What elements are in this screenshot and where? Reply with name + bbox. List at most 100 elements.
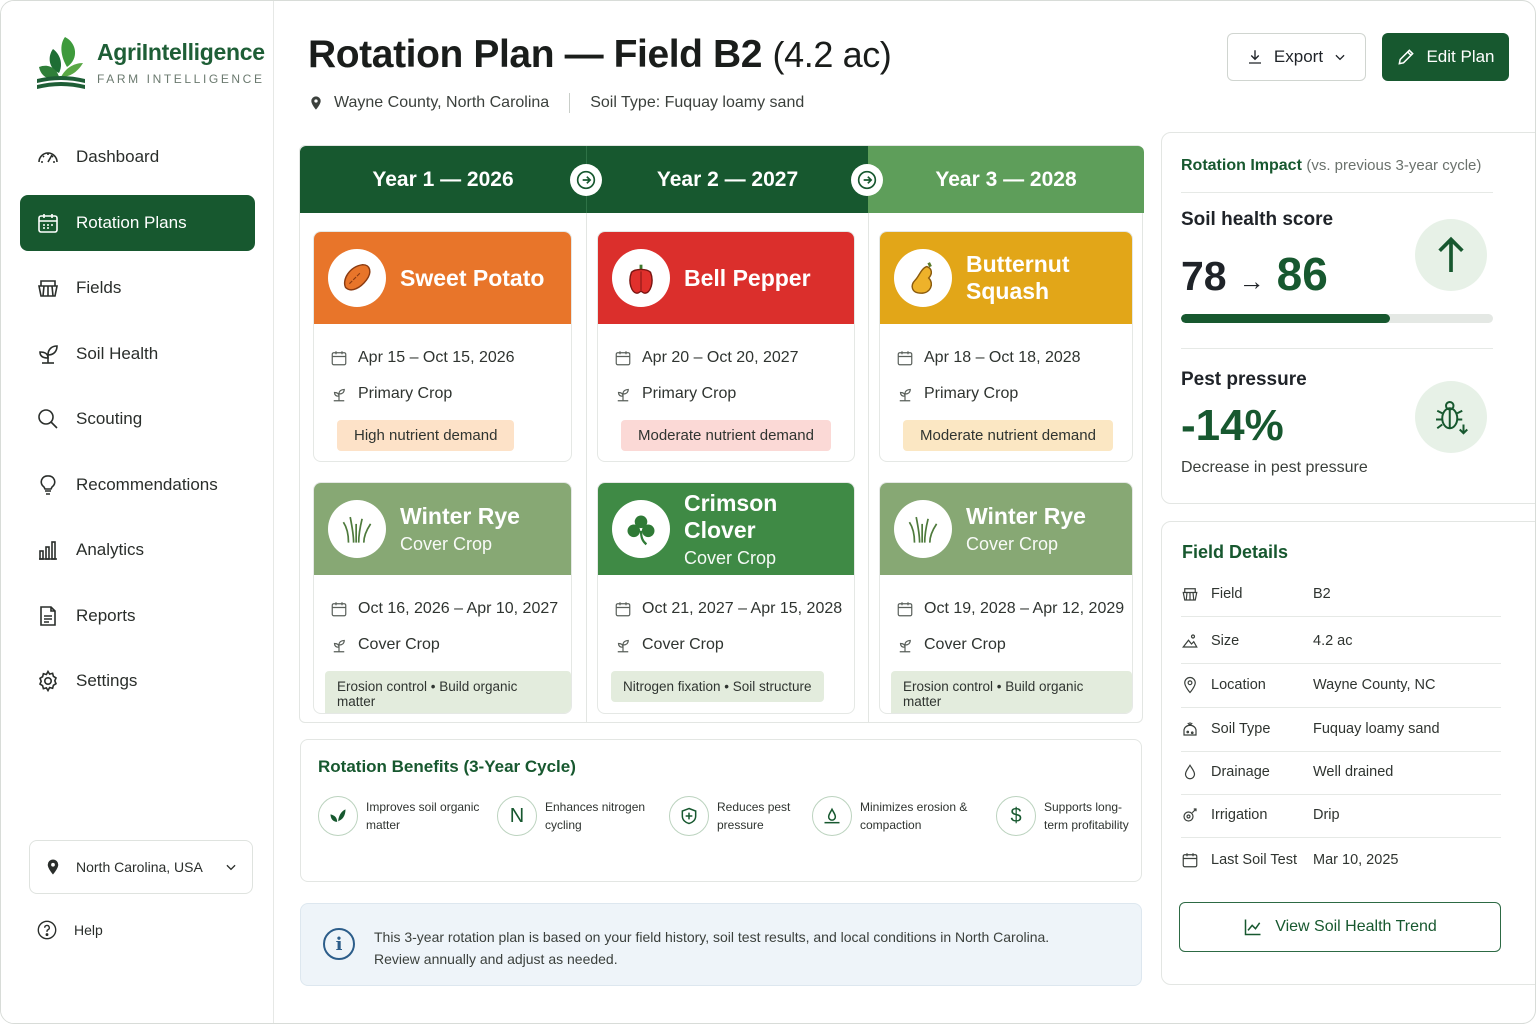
bell-pepper-icon	[612, 249, 670, 307]
logo-leaves-icon	[37, 37, 85, 89]
detail-key: Soil Type	[1211, 721, 1271, 738]
help-link[interactable]: Help	[36, 919, 103, 941]
crop-dates: Oct 21, 2027 – Apr 15, 2028	[614, 591, 854, 627]
chevron-down-icon	[226, 864, 236, 871]
sidebar-item-soil-health[interactable]: Soil Health	[20, 326, 255, 382]
meta-divider	[569, 93, 571, 113]
sweet-potato-icon	[328, 249, 386, 307]
pin-icon	[1184, 677, 1196, 694]
calendar-icon	[615, 351, 631, 366]
rotation-plan-grid: Year 1 — 2026 Year 2 — 2027 Year 3 — 202…	[299, 145, 1144, 723]
crop-dates: Apr 15 – Oct 15, 2026	[330, 340, 571, 376]
calendar-icon	[1182, 853, 1198, 868]
edit-plan-button[interactable]: Edit Plan	[1382, 33, 1509, 81]
pin-icon	[311, 96, 321, 110]
export-button[interactable]: Export	[1227, 33, 1366, 81]
crop-card-bell-pepper[interactable]: Bell Pepper Apr 20 – Oct 20, 2027 Primar…	[597, 231, 855, 462]
sidebar-item-reports[interactable]: Reports	[20, 588, 255, 644]
crop-card-body: Apr 20 – Oct 20, 2027 Primary Crop Moder…	[598, 324, 854, 451]
detail-value: 4.2 ac	[1313, 633, 1353, 650]
leaf-icon	[39, 344, 58, 364]
arrow-right-icon	[570, 164, 602, 196]
detail-row-drainage: Drainage Well drained	[1181, 751, 1501, 795]
calendar-icon	[331, 351, 347, 366]
calendar-icon	[615, 602, 631, 617]
crop-dates: Oct 16, 2026 – Apr 10, 2027	[330, 591, 571, 627]
sprout-icon	[899, 639, 911, 653]
nutrient-tag: High nutrient demand	[337, 420, 515, 451]
crop-role: Cover Crop	[896, 627, 1132, 663]
export-label: Export	[1273, 47, 1324, 66]
crop-card-crimson-clover[interactable]: Crimson Clover Cover Crop Oct 21, 2027 –…	[597, 482, 855, 714]
calendar-icon	[897, 351, 913, 366]
sidebar-item-settings[interactable]: Settings	[20, 653, 255, 709]
pin-icon	[47, 859, 59, 875]
sidebar-item-scouting[interactable]: Scouting	[20, 391, 255, 447]
impact-title-text: Rotation Impact	[1181, 157, 1302, 174]
crop-role-text: Primary Crop	[924, 385, 1019, 402]
detail-value: Wayne County, NC	[1313, 677, 1436, 694]
soil-health-label: Soil health score	[1181, 209, 1334, 230]
squash-icon	[894, 249, 952, 307]
sidebar-item-rotation-plans[interactable]: Rotation Plans	[20, 194, 255, 251]
sidebar-item-fields[interactable]: Fields	[20, 260, 255, 316]
crop-dates: Oct 19, 2028 – Apr 12, 2029	[896, 591, 1132, 627]
benefit-text: Enhances nitrogen cycling	[545, 800, 646, 832]
detail-value: Drip	[1313, 807, 1340, 824]
app-logo[interactable]: AgriIntelligence FARM INTELLIGENCE	[35, 33, 265, 91]
crop-subtitle: Cover Crop	[684, 547, 777, 568]
sidebar-item-label: Reports	[76, 605, 136, 625]
impact-subtitle: (vs. previous 3-year cycle)	[1306, 157, 1482, 174]
crop-card-body: Oct 19, 2028 – Apr 12, 2029 Cover Crop E…	[880, 575, 1132, 713]
crop-card-body: Apr 18 – Oct 18, 2028 Primary Crop Moder…	[880, 324, 1132, 451]
crop-dates-text: Apr 15 – Oct 15, 2026	[358, 349, 515, 366]
detail-key: Field	[1211, 586, 1243, 603]
crop-card-winter-rye[interactable]: Winter Rye Cover Crop Oct 16, 2026 – Apr…	[313, 482, 572, 714]
column-divider	[586, 213, 587, 723]
nutrient-tag: Moderate nutrient demand	[621, 420, 831, 451]
year-2-header: Year 2 — 2027	[586, 146, 868, 213]
info-note: i This 3-year rotation plan is based on …	[300, 903, 1142, 986]
benefit-text: Improves soil organic matter	[366, 800, 480, 832]
crop-role-text: Primary Crop	[358, 385, 453, 402]
crop-role-text: Cover Crop	[924, 636, 1006, 653]
crop-role-text: Cover Crop	[358, 636, 440, 653]
crop-dates-text: Oct 16, 2026 – Apr 10, 2027	[358, 600, 559, 617]
detail-value: B2	[1313, 586, 1331, 603]
page-title-acreage: (4.2 ac)	[772, 34, 892, 75]
detail-key: Irrigation	[1211, 807, 1268, 824]
crop-card-sweet-potato[interactable]: Sweet Potato Apr 15 – Oct 15, 2026 Prima…	[313, 231, 572, 462]
arrow-up-icon	[1415, 219, 1487, 291]
year-3-header: Year 3 — 2028	[868, 146, 1144, 213]
column-divider	[868, 213, 869, 723]
gear-icon	[39, 669, 57, 693]
calendar-icon	[897, 602, 913, 617]
field-location: Wayne County, North Carolina	[334, 94, 550, 111]
sidebar-item-analytics[interactable]: Analytics	[20, 522, 255, 578]
benefit-tag: Erosion control • Build organic matter	[325, 671, 571, 713]
detail-row-size: Size 4.2 ac	[1181, 620, 1501, 664]
impact-title: Rotation Impact (vs. previous 3-year cyc…	[1181, 157, 1481, 175]
detail-row-soil-type: Soil Type Fuquay loamy sand	[1181, 708, 1501, 752]
soil-health-values: 78 → 86	[1181, 247, 1328, 301]
crop-card-butternut-squash[interactable]: Butternut Squash Apr 18 – Oct 18, 2028 P…	[879, 231, 1133, 462]
sidebar-item-label: Recommendations	[76, 474, 218, 494]
detail-value: Well drained	[1313, 764, 1394, 781]
sprout-icon	[899, 388, 911, 402]
view-soil-health-trend-button[interactable]: View Soil Health Trend	[1179, 902, 1501, 952]
crop-card-header: Butternut Squash	[880, 232, 1132, 324]
sidebar-item-dashboard[interactable]: Dashboard	[20, 129, 255, 185]
divider	[1181, 192, 1493, 193]
detail-value: Mar 10, 2025	[1313, 851, 1399, 868]
crop-name: Bell Pepper	[684, 264, 811, 291]
crop-card-winter-rye-2028[interactable]: Winter Rye Cover Crop Oct 19, 2028 – Apr…	[879, 482, 1133, 714]
calendar-icon	[38, 213, 58, 233]
benefit-item: $ Supports long-term profitability	[996, 796, 1144, 836]
soil-health-progress-fill	[1181, 314, 1391, 323]
calendar-icon	[331, 602, 347, 617]
sidebar-item-recommendations[interactable]: Recommendations	[20, 457, 255, 513]
region-selector[interactable]: North Carolina, USA	[29, 840, 253, 894]
crop-dates-text: Oct 21, 2027 – Apr 15, 2028	[642, 600, 843, 617]
benefit-item: N Enhances nitrogen cycling	[497, 796, 663, 836]
field-details-title: Field Details	[1182, 542, 1289, 562]
